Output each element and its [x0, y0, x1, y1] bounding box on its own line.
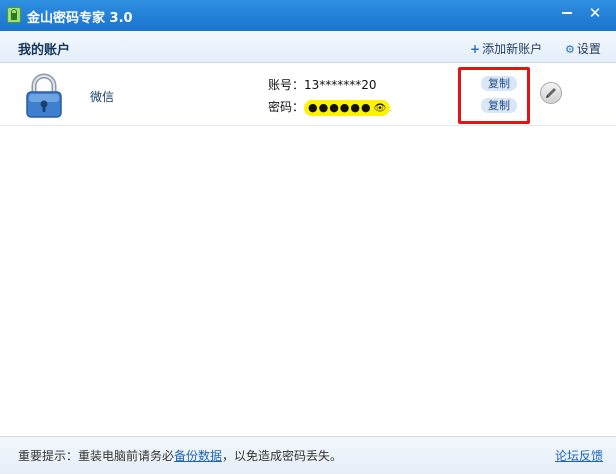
settings-button[interactable]: ⚙ 设置 [565, 40, 601, 57]
forum-feedback-link[interactable]: 论坛反馈 [555, 447, 603, 464]
eye-icon[interactable]: 👁 [374, 103, 387, 114]
password-line: 密码： ●●●●●● 👁 [268, 98, 391, 116]
username-value: 13*******20 [304, 78, 377, 92]
status-footer: 重要提示：重装电脑前请务必备份数据，以免造成密码丢失。 论坛反馈 [0, 436, 616, 474]
backup-tip: 重要提示：重装电脑前请务必备份数据，以免造成密码丢失。 [18, 447, 342, 464]
close-button[interactable]: ✕ [583, 3, 607, 23]
password-mask: ●●●●●● 👁 [304, 99, 391, 116]
close-icon: ✕ [588, 4, 602, 22]
tip-suffix: ，以免造成密码丢失。 [222, 449, 343, 463]
pencil-icon [546, 88, 556, 98]
app-lock-icon [7, 7, 21, 23]
page-title: 我的账户 [18, 43, 71, 58]
username-label: 账号： [268, 78, 305, 92]
title-bar: 金山密码专家 3.0 ✕ [0, 0, 616, 31]
lock-icon [26, 73, 62, 118]
add-account-label: 添加新账户 [482, 42, 543, 56]
username-line: 账号：13*******20 [268, 76, 377, 93]
window-title: 金山密码专家 3.0 [27, 11, 133, 26]
minimize-icon [562, 12, 572, 14]
settings-label: 设置 [576, 42, 601, 56]
plus-icon: + [470, 42, 481, 56]
backup-data-link[interactable]: 备份数据 [174, 449, 222, 463]
password-label: 密码： [268, 100, 305, 114]
account-name: 微信 [90, 90, 115, 104]
copy-buttons-highlight [458, 67, 530, 124]
password-dots: ●●●●●● [308, 100, 372, 114]
add-account-button[interactable]: + 添加新账户 [470, 40, 542, 57]
tip-prefix: 重要提示：重装电脑前请务必 [18, 449, 175, 463]
gear-icon: ⚙ [565, 43, 575, 56]
accounts-header: 我的账户 + 添加新账户 ⚙ 设置 [0, 31, 616, 63]
minimize-button[interactable] [555, 3, 579, 23]
edit-button[interactable] [540, 82, 562, 104]
